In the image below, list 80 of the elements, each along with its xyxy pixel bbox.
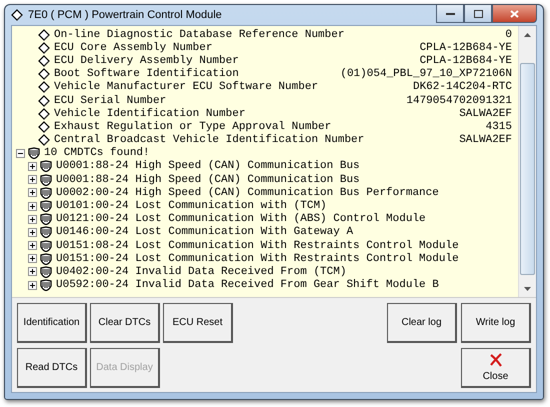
- diamond-icon: [38, 81, 50, 94]
- expand-icon[interactable]: [28, 241, 37, 250]
- tree-value: 4315: [486, 120, 512, 133]
- action-button[interactable]: Identification: [17, 303, 87, 343]
- expand-icon[interactable]: [28, 162, 37, 171]
- minimize-icon: [446, 12, 454, 15]
- action-button[interactable]: Write log: [461, 303, 531, 343]
- expand-icon[interactable]: [28, 175, 37, 184]
- action-button[interactable]: ECU Reset: [163, 303, 233, 343]
- tree-value: SALWA2EF: [459, 108, 512, 120]
- maximize-button[interactable]: [464, 5, 492, 23]
- tree-item[interactable]: U0151:08-24 Lost Communication With Restraints Control Module: [56, 240, 459, 252]
- diamond-icon: [38, 94, 50, 107]
- shield-icon: [28, 147, 40, 160]
- expand-icon[interactable]: [28, 228, 37, 237]
- diamond-icon: [38, 120, 50, 133]
- diamond-icon: [11, 9, 23, 21]
- scroll-up-icon[interactable]: [524, 32, 531, 36]
- tree-item: ECU Serial Number: [54, 94, 166, 107]
- diamond-icon: [38, 134, 50, 146]
- tree-item: Central Broadcast Vehicle Identification Number: [54, 134, 364, 146]
- tree-item[interactable]: U0121:00-24 Lost Communication With (ABS) Control Module: [56, 213, 426, 226]
- shield-icon: [40, 266, 52, 278]
- tree-item[interactable]: U0001:88-24 High Speed (CAN) Communication Bus: [56, 160, 360, 172]
- expand-icon[interactable]: [28, 267, 37, 276]
- tree-item[interactable]: U0151:00-24 Lost Communication With Restraints Control Module: [56, 252, 459, 265]
- shield-icon: [40, 279, 52, 292]
- tree-item[interactable]: U0101:00-24 Lost Communication with (TCM): [56, 200, 327, 212]
- tree-value: (01)054_PBL_97_10_XP72106N: [340, 68, 512, 80]
- diamond-icon: [38, 42, 50, 54]
- diamond-icon: [38, 68, 50, 80]
- tree-item[interactable]: U0592:00-24 Invalid Data Received From Gear Shift Module B: [56, 279, 439, 292]
- shield-icon: [40, 160, 52, 172]
- tree-value: 1479054702091321: [406, 94, 512, 107]
- tree-item[interactable]: U0001:88-24 High Speed (CAN) Communication Bus: [56, 174, 360, 186]
- tree-value: CPLA-12B684-YE: [420, 54, 512, 67]
- expand-icon[interactable]: [28, 214, 37, 224]
- diamond-icon: [38, 28, 50, 41]
- expand-icon[interactable]: [28, 280, 37, 290]
- tree-item: ECU Core Assembly Number: [54, 42, 212, 54]
- tree-item[interactable]: U0002:00-24 High Speed (CAN) Communication Bus Performance: [56, 186, 439, 199]
- maximize-icon: [474, 10, 482, 18]
- tree-value: DK62-14C204-RTC: [412, 81, 512, 94]
- tree-item: Vehicle Manufacturer ECU Software Number: [54, 81, 318, 94]
- window-close-button[interactable]: [492, 5, 537, 23]
- tree-item[interactable]: U0146:00-24 Lost Communication With Gateway A: [56, 226, 354, 238]
- shield-icon: [40, 186, 52, 199]
- shield-icon: [40, 240, 52, 252]
- scrollbar[interactable]: [518, 26, 536, 297]
- action-button[interactable]: Read DTCs: [17, 348, 87, 388]
- tree-value: 0: [505, 28, 512, 41]
- tree-value: CPLA-12B684-YE: [420, 42, 512, 54]
- shield-icon: [40, 174, 52, 186]
- close-icon: [488, 353, 502, 367]
- shield-icon: [40, 200, 52, 212]
- scroll-thumb[interactable]: [520, 63, 535, 275]
- window-title: 7E0 ( PCM ) Powertrain Control Module: [28, 9, 222, 21]
- collapse-icon[interactable]: [16, 148, 25, 158]
- shield-icon: [40, 226, 52, 238]
- tree-item: ECU Delivery Assembly Number: [54, 54, 239, 67]
- tree-item[interactable]: 10 CMDTCs found!: [44, 147, 150, 160]
- tree-item: On-line Diagnostic Database Reference Number: [54, 28, 344, 41]
- minimize-button[interactable]: [436, 5, 464, 23]
- tree-value: SALWA2EF: [459, 134, 512, 146]
- diamond-icon: [38, 108, 50, 120]
- expand-icon[interactable]: [28, 202, 37, 211]
- action-button[interactable]: Clear log: [387, 303, 457, 343]
- tree-item: Exhaust Regulation or Type Approval Number: [54, 120, 332, 133]
- tree-item: Vehicle Identification Number: [54, 108, 246, 120]
- expand-icon[interactable]: [28, 254, 37, 264]
- expand-icon[interactable]: [28, 188, 37, 198]
- diamond-icon: [38, 54, 50, 67]
- close-button[interactable]: Close: [461, 348, 531, 388]
- close-icon: [510, 10, 519, 18]
- tree-item: Boot Software Identification: [54, 68, 239, 80]
- action-button[interactable]: Clear DTCs: [90, 303, 160, 343]
- shield-icon: [40, 252, 52, 265]
- scroll-down-icon[interactable]: [524, 286, 531, 290]
- tree-item[interactable]: U0402:00-24 Invalid Data Received From (TCM): [56, 266, 346, 278]
- shield-icon: [40, 213, 52, 226]
